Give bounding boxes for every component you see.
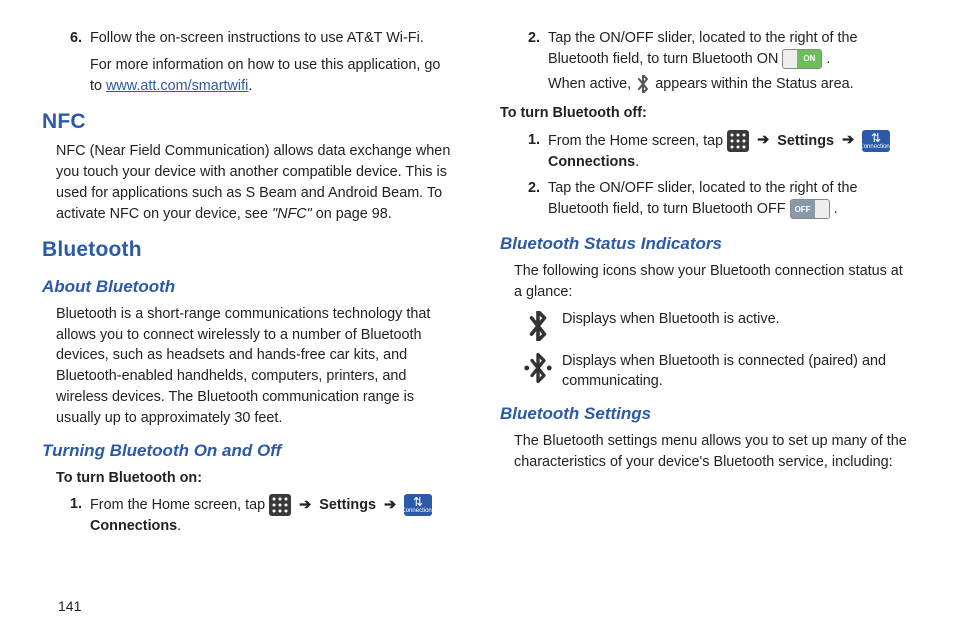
status-row: Displays when Bluetooth is connected (pa… bbox=[500, 351, 910, 393]
turn-off-label: To turn Bluetooth off: bbox=[500, 103, 910, 124]
step-number: 1. bbox=[500, 130, 548, 173]
list-item: 2. Tap the ON/OFF slider, located to the… bbox=[500, 28, 910, 95]
list-item: 2. Tap the ON/OFF slider, located to the… bbox=[500, 178, 910, 220]
connections-icon: ⇅Connections bbox=[862, 130, 890, 152]
right-column: 2. Tap the ON/OFF slider, located to the… bbox=[500, 24, 910, 584]
status-text: Displays when Bluetooth is connected (pa… bbox=[562, 351, 910, 393]
status-indicators-paragraph: The following icons show your Bluetooth … bbox=[500, 261, 910, 303]
step-body: Tap the ON/OFF slider, located to the ri… bbox=[548, 178, 910, 220]
about-bluetooth-heading: About Bluetooth bbox=[42, 275, 452, 300]
connections-icon: ⇅Connections bbox=[404, 494, 432, 516]
list-item: 1. From the Home screen, tap ➔ Settings … bbox=[42, 494, 452, 537]
step-number: 6. bbox=[42, 28, 90, 97]
toggle-off-icon: OFF bbox=[790, 199, 830, 219]
status-text: Displays when Bluetooth is active. bbox=[562, 309, 910, 330]
nfc-heading: NFC bbox=[42, 107, 452, 137]
list-item: 1. From the Home screen, tap ➔ Settings … bbox=[500, 130, 910, 173]
bluetooth-icon bbox=[635, 75, 651, 93]
step-number: 1. bbox=[42, 494, 90, 537]
bluetooth-settings-heading: Bluetooth Settings bbox=[500, 402, 910, 427]
page-number: 141 bbox=[0, 598, 954, 614]
arrow-icon: ➔ bbox=[838, 132, 858, 148]
text: When active, appears within the Status a… bbox=[548, 74, 910, 95]
list-item: 6. Follow the on-screen instructions to … bbox=[42, 28, 452, 97]
text: Follow the on-screen instructions to use… bbox=[90, 28, 452, 49]
bluetooth-heading: Bluetooth bbox=[42, 235, 452, 265]
bluetooth-paired-icon bbox=[514, 351, 562, 383]
turn-on-label: To turn Bluetooth on: bbox=[42, 468, 452, 489]
about-bluetooth-paragraph: Bluetooth is a short-range communication… bbox=[42, 304, 452, 429]
bluetooth-settings-paragraph: The Bluetooth settings menu allows you t… bbox=[500, 431, 910, 473]
bluetooth-active-icon bbox=[514, 309, 562, 341]
toggle-on-icon: ON bbox=[782, 49, 822, 69]
text: For more information on how to use this … bbox=[90, 55, 452, 97]
step-body: Follow the on-screen instructions to use… bbox=[90, 28, 452, 97]
apps-icon bbox=[269, 494, 291, 516]
step-number: 2. bbox=[500, 178, 548, 220]
status-row: Displays when Bluetooth is active. bbox=[500, 309, 910, 341]
step-body: Tap the ON/OFF slider, located to the ri… bbox=[548, 28, 910, 95]
turning-bluetooth-heading: Turning Bluetooth On and Off bbox=[42, 439, 452, 464]
step-body: From the Home screen, tap ➔ Settings ➔ ⇅… bbox=[90, 494, 452, 537]
smartwifi-link[interactable]: www.att.com/smartwifi bbox=[106, 78, 248, 94]
apps-icon bbox=[727, 130, 749, 152]
step-number: 2. bbox=[500, 28, 548, 95]
arrow-icon: ➔ bbox=[753, 132, 773, 148]
manual-page: 6. Follow the on-screen instructions to … bbox=[0, 0, 954, 592]
status-indicators-heading: Bluetooth Status Indicators bbox=[500, 232, 910, 257]
step-body: From the Home screen, tap ➔ Settings ➔ ⇅… bbox=[548, 130, 910, 173]
nfc-paragraph: NFC (Near Field Communication) allows da… bbox=[42, 141, 452, 225]
arrow-icon: ➔ bbox=[380, 497, 400, 513]
left-column: 6. Follow the on-screen instructions to … bbox=[42, 24, 452, 584]
arrow-icon: ➔ bbox=[295, 497, 315, 513]
